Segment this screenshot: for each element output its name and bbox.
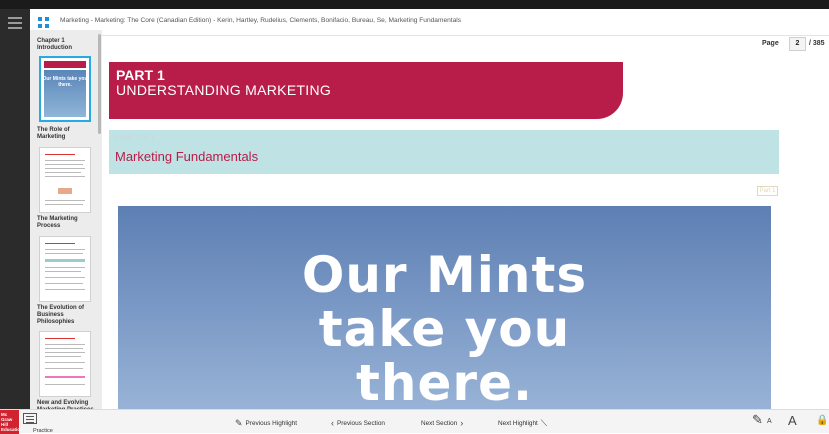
font-increase-button[interactable]: A [788, 413, 797, 428]
previous-section-button[interactable]: ‹ Previous Section [328, 418, 385, 428]
next-section-button[interactable]: Next Section › [421, 418, 466, 428]
top-strip [0, 0, 829, 9]
practice-icon[interactable] [23, 413, 37, 424]
chapter-cover-image: Our Mints take you there. [118, 206, 771, 409]
thumbnail-marketing-process[interactable] [39, 236, 91, 302]
practice-label[interactable]: Practice [33, 428, 53, 434]
thumbnail-evolution-business[interactable] [39, 331, 91, 397]
sidebar-item-marketing-process[interactable]: The Marketing Process [37, 216, 95, 230]
sidebar-item-chapter-1[interactable]: Chapter 1 Introduction [37, 38, 95, 52]
next-highlight-button[interactable]: Next Highlight ⟍ [498, 418, 550, 429]
toc-sidebar: Chapter 1 Introduction Our Mints take yo… [30, 30, 102, 409]
book-title: Marketing - Marketing: The Core (Canadia… [60, 17, 462, 24]
font-decrease-button[interactable]: A [767, 418, 772, 425]
cover-line-3: there. [356, 354, 533, 409]
chapter-title: Marketing Fundamentals [115, 149, 259, 164]
grid-apps-icon[interactable] [38, 17, 49, 28]
cover-line-1: Our Mints [301, 246, 588, 304]
highlight-off-icon[interactable]: ✎ [752, 412, 763, 428]
cover-line-2: take you [318, 300, 571, 358]
page-number-input[interactable]: 2 [789, 37, 806, 51]
part-banner: PART 1 UNDERSTANDING MARKETING [109, 62, 623, 119]
pencil-icon: ✎ [235, 418, 243, 428]
chevron-left-icon: ‹ [331, 418, 334, 428]
previous-highlight-button[interactable]: ✎ Previous Highlight [232, 418, 297, 429]
lock-icon[interactable]: 🔒 [816, 415, 828, 426]
chevron-right-icon: › [460, 418, 464, 428]
mcgraw-hill-logo: Mc Graw Hill Education [0, 410, 23, 434]
thumbnail-role-of-marketing[interactable] [39, 147, 91, 213]
cover-thumbnail-text: Our Mints take you there. [42, 76, 88, 88]
highlighter-icon: ⟍ [540, 418, 548, 428]
cover-headline: Our Mints take you there. [118, 248, 771, 409]
part-title: UNDERSTANDING MARKETING [116, 82, 332, 98]
left-rail [0, 9, 30, 409]
sidebar-scrollbar[interactable] [98, 34, 101, 134]
thumbnail-chapter-1[interactable]: Our Mints take you there. [39, 56, 91, 122]
chapter-number: CHAPTER 1 [115, 135, 155, 142]
part-tag: Part 1 [757, 186, 778, 196]
chapter-banner: CHAPTER 1 Marketing Fundamentals [109, 130, 779, 174]
hamburger-menu-icon[interactable] [8, 17, 22, 29]
part-number: PART 1 [116, 67, 165, 83]
sidebar-item-new-practices[interactable]: New and Evolving Marketing Practices [37, 400, 95, 409]
page-total: / 385 [809, 40, 825, 47]
page-label: Page [762, 40, 779, 47]
sidebar-item-evolution-business[interactable]: The Evolution of Business Philosophies [37, 305, 95, 326]
header-bar: Marketing - Marketing: The Core (Canadia… [30, 9, 829, 36]
sidebar-item-role-of-marketing[interactable]: The Role of Marketing [37, 127, 95, 141]
bottom-toolbar: Mc Graw Hill Education Practice ✎ Previou… [0, 409, 829, 434]
